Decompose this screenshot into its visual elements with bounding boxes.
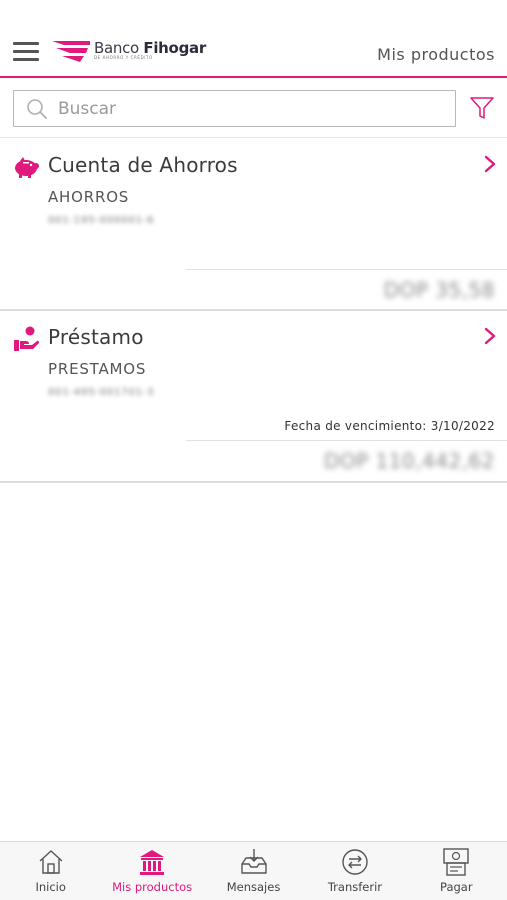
bank-logo: Banco Fihogar DE AHORRO Y CRÉDITO [50,38,206,64]
loan-hand-icon [14,326,39,351]
tab-mensajes[interactable]: Mensajes [203,842,304,900]
bottom-tab-bar: Inicio Mis productos Mensajes Transferir [0,841,507,900]
product-type: AHORROS [48,188,130,206]
tab-label: Mensajes [226,880,281,894]
page-title: Mis productos [377,45,495,64]
divider [186,440,507,441]
divider [186,269,507,270]
logo-mark-icon [52,41,90,62]
product-balance: DOP 35,58 [383,278,495,302]
tab-inicio[interactable]: Inicio [0,842,101,900]
due-date: Fecha de vencimiento: 3/10/2022 [284,419,495,433]
tab-mis-productos[interactable]: Mis productos [101,842,202,900]
logo-tagline: DE AHORRO Y CRÉDITO [94,55,153,60]
search-icon [27,99,47,119]
product-name: Préstamo [48,325,144,349]
search-bar [0,80,507,138]
search-box [13,90,456,127]
product-card-savings[interactable]: Cuenta de Ahorros AHORROS 001-195-000001… [0,139,507,311]
menu-icon-bar [13,42,39,45]
transfer-icon [342,849,368,875]
account-number: 001-195-000001-6 [48,215,155,226]
app-header: Banco Fihogar DE AHORRO Y CRÉDITO Mis pr… [0,0,507,78]
filter-icon[interactable] [469,95,495,121]
tab-label: Pagar [440,880,473,894]
chevron-right-icon[interactable] [483,155,497,173]
menu-icon-bar [13,50,39,53]
chevron-right-icon[interactable] [483,327,497,345]
tab-label: Mis productos [112,880,193,894]
home-icon [39,850,63,874]
tab-transferir[interactable]: Transferir [304,842,405,900]
inbox-icon [240,849,267,874]
menu-icon-bar [13,58,39,61]
piggy-bank-icon [15,157,39,178]
tab-pagar[interactable]: Pagar [406,842,507,900]
tab-label: Transferir [327,880,382,894]
product-balance: DOP 110,442,62 [323,449,495,473]
tab-label: Inicio [35,880,66,894]
search-input[interactable] [58,94,448,123]
product-type: PRESTAMOS [48,360,147,378]
product-card-loan[interactable]: Préstamo PRESTAMOS 001-495-001701-3 Fech… [0,311,507,483]
product-name: Cuenta de Ahorros [48,153,238,177]
account-number: 001-495-001701-3 [48,387,155,398]
menu-icon[interactable] [13,42,39,62]
bank-icon [140,850,165,875]
pay-icon [443,848,470,876]
